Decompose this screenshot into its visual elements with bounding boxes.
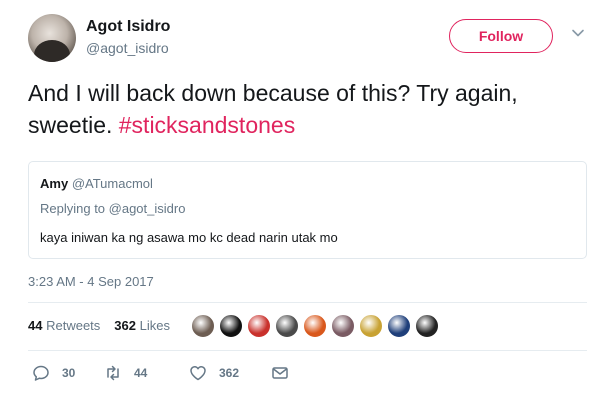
tweet-timestamp[interactable]: 3:23 AM - 4 Sep 2017 <box>28 274 154 289</box>
hashtag-link[interactable]: #sticksandstones <box>119 112 295 138</box>
heart-icon <box>190 365 206 381</box>
liker-avatar-9[interactable] <box>415 314 439 338</box>
liker-avatar-6[interactable] <box>331 314 355 338</box>
tweet-header: Agot Isidro @agot_isidro Follow <box>28 8 588 68</box>
chevron-down-icon[interactable] <box>571 26 585 40</box>
envelope-icon <box>272 367 288 379</box>
like-count: 362 <box>219 366 240 380</box>
liker-avatar-7[interactable] <box>359 314 383 338</box>
quoted-author-name[interactable]: Amy <box>40 176 68 191</box>
quoted-author: Amy @ATumacmol <box>40 176 153 191</box>
retweet-button[interactable]: 44 <box>104 364 147 382</box>
retweet-icon <box>107 365 119 381</box>
author-avatar[interactable] <box>28 14 76 62</box>
liker-avatar-3[interactable] <box>247 314 271 338</box>
likes-count: 362 <box>114 318 136 333</box>
liker-avatar-4[interactable] <box>275 314 299 338</box>
author-handle[interactable]: @agot_isidro <box>86 40 169 56</box>
tweet-text: And I will back down because of this? Tr… <box>28 77 568 141</box>
quoted-author-handle[interactable]: @ATumacmol <box>72 176 153 191</box>
author-name[interactable]: Agot Isidro <box>86 18 170 36</box>
tweet-stats: 44 Retweets 362 Likes <box>28 318 170 333</box>
retweets-label: Retweets <box>46 318 101 333</box>
reply-icon <box>33 365 49 381</box>
follow-button[interactable]: Follow <box>449 19 553 53</box>
replying-to: Replying to @agot_isidro <box>40 201 186 216</box>
retweet-count: 44 <box>134 366 148 380</box>
reply-count: 30 <box>62 366 76 380</box>
likes-stat[interactable]: 362 Likes <box>114 318 170 333</box>
liker-avatar-1[interactable] <box>191 314 215 338</box>
quoted-tweet[interactable]: Amy @ATumacmol Replying to @agot_isidro … <box>28 161 587 259</box>
quoted-tweet-text: kaya iniwan ka ng asawa mo kc dead narin… <box>40 230 338 245</box>
like-button[interactable]: 362 <box>189 364 239 382</box>
retweets-stat[interactable]: 44 Retweets <box>28 318 100 333</box>
liker-avatar-5[interactable] <box>303 314 327 338</box>
retweets-count: 44 <box>28 318 43 333</box>
message-button[interactable] <box>271 364 301 382</box>
divider <box>28 302 587 303</box>
reply-button[interactable]: 30 <box>32 364 75 382</box>
liker-avatar-8[interactable] <box>387 314 411 338</box>
liker-avatars <box>191 314 443 340</box>
likes-label: Likes <box>139 318 170 333</box>
divider <box>28 350 587 351</box>
liker-avatar-2[interactable] <box>219 314 243 338</box>
